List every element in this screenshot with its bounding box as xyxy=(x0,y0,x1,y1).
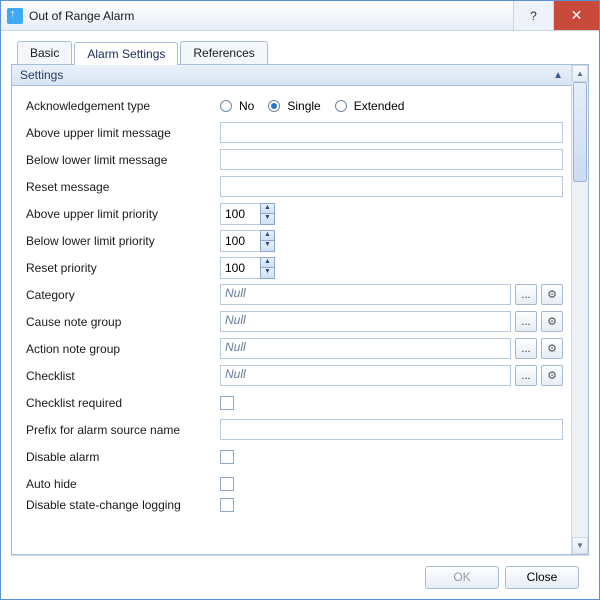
disable-label: Disable alarm xyxy=(20,450,220,464)
scroll-track[interactable] xyxy=(572,82,588,537)
dialog-window: Out of Range Alarm ? ✕ Basic Alarm Setti… xyxy=(0,0,600,600)
above-msg-label: Above upper limit message xyxy=(20,126,220,140)
action-label: Action note group xyxy=(20,342,220,356)
reset-prio-down[interactable]: ▼ xyxy=(260,267,275,279)
section-title: Settings xyxy=(20,68,63,82)
reset-prio-input[interactable] xyxy=(220,257,260,279)
category-label: Category xyxy=(20,288,220,302)
disable-log-checkbox[interactable] xyxy=(220,498,234,512)
ack-type-label: Acknowledgement type xyxy=(20,99,220,113)
ack-radio-single[interactable] xyxy=(268,100,280,112)
reset-prio-up[interactable]: ▲ xyxy=(260,257,275,268)
action-input[interactable]: Null xyxy=(220,338,511,359)
help-button[interactable]: ? xyxy=(513,1,553,30)
ack-radio-extended-label: Extended xyxy=(354,99,405,113)
tab-panel: Settings ▲ Acknowledgement type No Singl… xyxy=(11,64,589,555)
disable-log-label: Disable state-change logging xyxy=(20,498,220,512)
scroll-down-arrow[interactable]: ▼ xyxy=(572,537,588,554)
app-icon xyxy=(7,8,23,24)
scroll-up-arrow[interactable]: ▲ xyxy=(572,65,588,82)
ack-radio-no[interactable] xyxy=(220,100,232,112)
title-bar: Out of Range Alarm ? ✕ xyxy=(1,1,599,31)
prefix-label: Prefix for alarm source name xyxy=(20,423,220,437)
scroll-thumb[interactable] xyxy=(573,82,587,182)
close-button[interactable]: Close xyxy=(505,566,579,589)
tab-references[interactable]: References xyxy=(180,41,267,64)
ack-radio-single-label: Single xyxy=(287,99,320,113)
checklist-gear-button[interactable] xyxy=(541,365,563,386)
ack-radio-no-label: No xyxy=(239,99,254,113)
cause-input[interactable]: Null xyxy=(220,311,511,332)
tab-alarm-settings[interactable]: Alarm Settings xyxy=(74,42,178,65)
below-msg-label: Below lower limit message xyxy=(20,153,220,167)
above-prio-input[interactable] xyxy=(220,203,260,225)
ack-radio-extended[interactable] xyxy=(335,100,347,112)
disable-checkbox[interactable] xyxy=(220,450,234,464)
below-prio-down[interactable]: ▼ xyxy=(260,240,275,252)
category-input[interactable]: Null xyxy=(220,284,511,305)
below-prio-up[interactable]: ▲ xyxy=(260,230,275,241)
section-header-settings[interactable]: Settings ▲ xyxy=(12,65,571,86)
category-gear-button[interactable] xyxy=(541,284,563,305)
action-browse-button[interactable]: ... xyxy=(515,338,537,359)
tab-basic[interactable]: Basic xyxy=(17,41,72,64)
above-msg-input[interactable] xyxy=(220,122,563,143)
autohide-label: Auto hide xyxy=(20,477,220,491)
checklist-req-label: Checklist required xyxy=(20,396,220,410)
window-close-button[interactable]: ✕ xyxy=(553,1,599,30)
checklist-input[interactable]: Null xyxy=(220,365,511,386)
reset-prio-label: Reset priority xyxy=(20,261,220,275)
action-gear-button[interactable] xyxy=(541,338,563,359)
prefix-input[interactable] xyxy=(220,419,563,440)
vertical-scrollbar[interactable]: ▲ ▼ xyxy=(571,65,588,554)
reset-msg-input[interactable] xyxy=(220,176,563,197)
dialog-footer: OK Close xyxy=(11,555,589,599)
ok-button[interactable]: OK xyxy=(425,566,499,589)
settings-form: Acknowledgement type No Single Extended … xyxy=(12,86,571,554)
cause-label: Cause note group xyxy=(20,315,220,329)
above-prio-up[interactable]: ▲ xyxy=(260,203,275,214)
above-prio-label: Above upper limit priority xyxy=(20,207,220,221)
checklist-label: Checklist xyxy=(20,369,220,383)
category-browse-button[interactable]: ... xyxy=(515,284,537,305)
window-title: Out of Range Alarm xyxy=(29,9,513,23)
above-prio-down[interactable]: ▼ xyxy=(260,213,275,225)
ack-type-group: No Single Extended xyxy=(220,99,569,113)
tab-bar: Basic Alarm Settings References xyxy=(11,41,589,64)
checklist-browse-button[interactable]: ... xyxy=(515,365,537,386)
autohide-checkbox[interactable] xyxy=(220,477,234,491)
below-prio-label: Below lower limit priority xyxy=(20,234,220,248)
reset-msg-label: Reset message xyxy=(20,180,220,194)
checklist-req-checkbox[interactable] xyxy=(220,396,234,410)
below-msg-input[interactable] xyxy=(220,149,563,170)
cause-gear-button[interactable] xyxy=(541,311,563,332)
cause-browse-button[interactable]: ... xyxy=(515,311,537,332)
collapse-icon[interactable]: ▲ xyxy=(553,70,563,81)
below-prio-input[interactable] xyxy=(220,230,260,252)
